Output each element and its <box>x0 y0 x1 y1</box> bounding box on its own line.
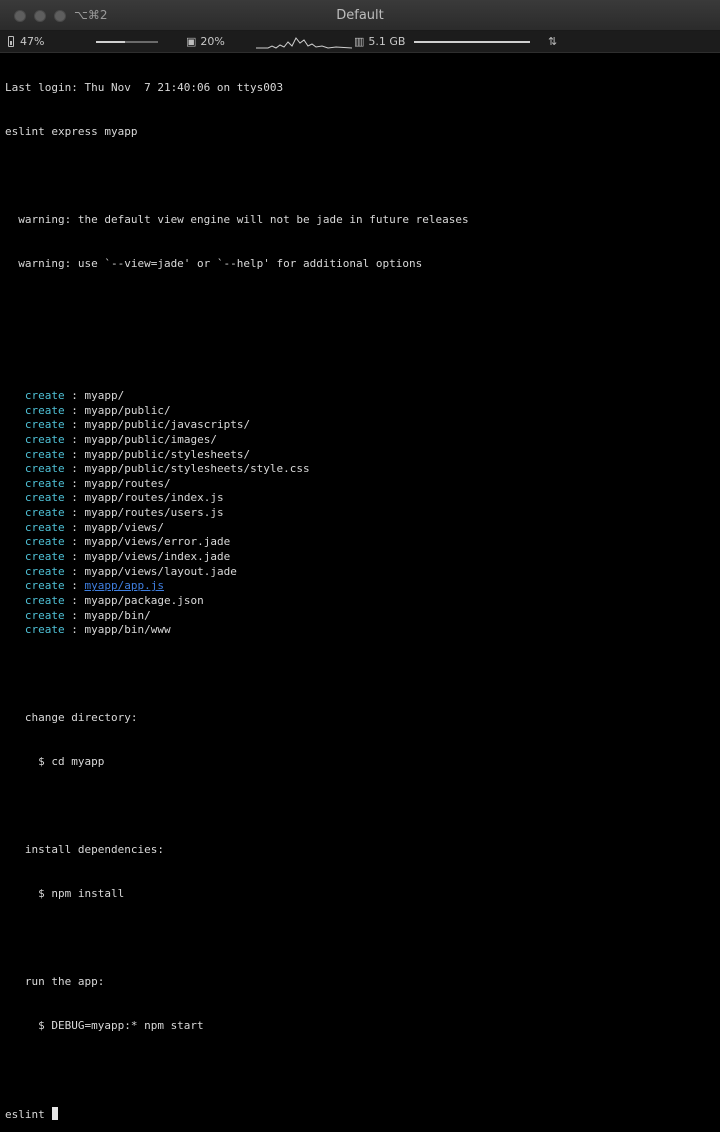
create-label: create <box>24 564 65 578</box>
create-line: create : myapp/routes/index.js <box>24 491 224 505</box>
create-label: create <box>24 491 65 505</box>
created-path: myapp/bin/www <box>84 623 171 637</box>
battery-status: 47% <box>8 35 44 48</box>
battery-icon <box>8 36 14 47</box>
created-path: myapp/views/layout.jade <box>84 564 237 578</box>
install-label: install dependencies: <box>5 843 164 856</box>
created-path: myapp/public/images/ <box>84 432 217 446</box>
created-path: myapp/views/error.jade <box>84 535 231 549</box>
created-path: myapp/public/stylesheets/ <box>84 447 251 461</box>
create-line: create : myapp/bin/www <box>24 623 171 637</box>
create-line: create : myapp/views/ <box>24 520 164 534</box>
created-path: myapp/package.json <box>84 593 204 607</box>
create-line: create : myapp/package.json <box>24 593 204 607</box>
create-label: create <box>24 447 65 461</box>
battery-bar-fill <box>96 41 126 43</box>
create-label: create <box>24 623 65 637</box>
memory-status: ▥ 5.1 GB <box>354 35 405 48</box>
create-label: create <box>24 593 65 607</box>
install-command: $ npm install <box>5 886 125 900</box>
memory-icon: ▥ <box>354 35 365 48</box>
create-line: create : myapp/views/index.jade <box>24 550 231 564</box>
memory-value: 5.1 GB <box>368 35 406 48</box>
cpu-icon: ▣ <box>186 35 197 48</box>
create-label: create <box>24 520 65 534</box>
create-line: create : myapp/routes/ <box>24 476 171 490</box>
create-line: create : myapp/public/stylesheets/ <box>24 447 251 461</box>
created-path: myapp/routes/users.js <box>84 506 224 520</box>
network-status: ⇅ <box>548 35 561 48</box>
create-label: create <box>24 550 65 564</box>
create-line: create : myapp/views/layout.jade <box>24 564 237 578</box>
network-icon: ⇅ <box>548 35 558 48</box>
create-label: create <box>24 432 65 446</box>
created-path: myapp/public/stylesheets/style.css <box>84 462 310 476</box>
cpu-status: ▣ 20% <box>186 35 225 48</box>
create-label: create <box>24 403 65 417</box>
create-label: create <box>24 579 65 593</box>
created-path: myapp/views/index.jade <box>84 550 231 564</box>
change-dir-command: $ cd myapp <box>5 755 105 769</box>
create-line: create : myapp/routes/users.js <box>24 506 224 520</box>
create-line: create : myapp/app.js <box>24 579 164 593</box>
created-files-list: create : myapp/ create : myapp/public/ c… <box>5 389 717 638</box>
create-line: create : myapp/ <box>24 388 125 402</box>
warning-line: warning: the default view engine will no… <box>5 213 469 227</box>
create-line: create : myapp/public/ <box>24 403 171 417</box>
cpu-graph <box>256 37 352 49</box>
cpu-value: 20% <box>200 35 225 48</box>
created-path: myapp/ <box>84 388 125 402</box>
login-line: Last login: Thu Nov 7 21:40:06 on ttys00… <box>5 81 284 95</box>
battery-value: 47% <box>20 35 45 48</box>
created-path: myapp/views/ <box>84 520 164 534</box>
status-bar: 47% ▣ 20% ▥ 5.1 GB ⇅ <box>0 31 720 53</box>
create-label: create <box>24 506 65 520</box>
run-command: $ DEBUG=myapp:* npm start <box>5 1018 204 1032</box>
prompt-line[interactable]: eslint <box>5 1106 717 1122</box>
text-cursor <box>52 1106 59 1120</box>
create-line: create : myapp/bin/ <box>24 608 151 622</box>
prompt: eslint <box>5 1107 52 1121</box>
run-label: run the app: <box>5 974 105 988</box>
created-path: myapp/routes/index.js <box>84 491 224 505</box>
create-line: create : myapp/views/error.jade <box>24 535 231 549</box>
change-dir-label: change directory: <box>5 711 138 725</box>
window-title: Default <box>336 8 384 23</box>
created-path: myapp/bin/ <box>84 608 151 622</box>
battery-bar <box>96 41 158 43</box>
memory-bar <box>414 41 530 43</box>
created-path: myapp/public/ <box>84 403 171 417</box>
create-line: create : myapp/public/images/ <box>24 432 217 446</box>
create-label: create <box>24 608 65 622</box>
memory-bar-fill <box>414 41 530 43</box>
warning-line: warning: use `--view=jade' or `--help' f… <box>5 257 423 271</box>
file-link[interactable]: myapp/app.js <box>85 579 164 592</box>
create-line: create : myapp/public/stylesheets/style.… <box>24 462 310 476</box>
created-path: myapp/routes/ <box>84 476 171 490</box>
create-label: create <box>24 476 65 490</box>
create-label: create <box>24 388 65 402</box>
terminal-output[interactable]: Last login: Thu Nov 7 21:40:06 on ttys00… <box>5 52 717 1132</box>
create-label: create <box>24 462 65 476</box>
command-line: eslint express myapp <box>5 125 138 139</box>
created-path: myapp/public/javascripts/ <box>84 418 251 432</box>
create-label: create <box>24 418 65 432</box>
create-label: create <box>24 535 65 549</box>
title-bar: ⌥⌘2 Default <box>0 0 720 31</box>
create-line: create : myapp/public/javascripts/ <box>24 418 251 432</box>
